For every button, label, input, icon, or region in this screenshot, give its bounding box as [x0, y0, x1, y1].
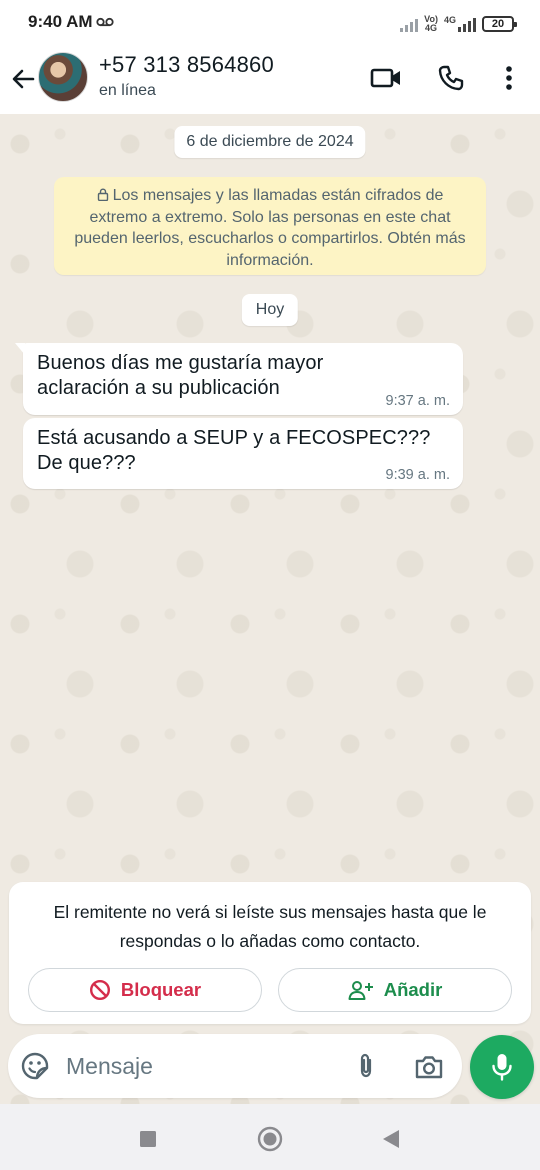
voice-call-button[interactable] [433, 60, 469, 96]
lock-icon [97, 188, 108, 201]
voicemail-icon [96, 17, 114, 27]
contact-name[interactable]: +57 313 8564860 [99, 52, 274, 78]
message-time: 9:39 a. m. [385, 467, 450, 483]
add-person-icon [348, 981, 373, 1000]
system-nav-bar [0, 1104, 540, 1170]
camera-icon[interactable] [413, 1052, 445, 1082]
date-chip: 6 de diciembre de 2024 [174, 126, 366, 158]
network-type: Vo) 4G [424, 14, 438, 33]
recent-apps-button[interactable] [133, 1124, 163, 1154]
message-bubble[interactable]: Está acusando a SEUP y a FECOSPEC??? De … [23, 418, 463, 489]
recent-apps-icon [140, 1131, 156, 1147]
block-button[interactable]: Bloquear [28, 968, 262, 1012]
add-contact-label: Añadir [383, 979, 443, 1000]
message-time: 9:37 a. m. [385, 393, 450, 409]
video-call-button[interactable] [368, 60, 404, 96]
message-text: Buenos días me gustaría mayor aclaración… [37, 352, 324, 399]
status-time: 9:40 AM [28, 12, 93, 31]
add-contact-button[interactable]: Añadir [278, 968, 512, 1012]
chat-header: +57 313 8564860 en línea [0, 46, 540, 114]
message-input[interactable] [66, 1048, 336, 1084]
voice-message-button[interactable] [470, 1035, 534, 1099]
signal-strength-2-icon [458, 16, 476, 32]
attach-icon[interactable] [351, 1051, 381, 1081]
video-call-icon [370, 68, 400, 88]
block-icon [89, 979, 110, 1001]
battery-indicator: 20 [482, 16, 517, 32]
message-bubble[interactable]: Buenos días me gustaría mayor aclaración… [15, 343, 463, 415]
back-arrow-icon[interactable] [8, 64, 38, 94]
microphone-icon [492, 1054, 512, 1081]
signal-strength-icon [400, 16, 419, 32]
unknown-contact-panel: El remitente no verá si leíste sus mensa… [9, 882, 531, 1024]
encryption-notice-text: Los mensajes y las llamadas están cifrad… [74, 187, 466, 269]
message-composer [8, 1034, 462, 1098]
more-options-icon [506, 66, 512, 90]
encryption-notice[interactable]: Los mensajes y las llamadas están cifrad… [54, 177, 486, 275]
home-icon [257, 1126, 283, 1152]
contact-avatar[interactable] [38, 52, 88, 102]
contact-status: en línea [99, 82, 156, 99]
more-options-button[interactable] [491, 60, 527, 96]
voice-call-icon [438, 65, 464, 91]
today-chip: Hoy [241, 294, 299, 326]
status-bar: 9:40 AM Vo) 4G 4G 20 [0, 0, 540, 46]
status-indicators: Vo) 4G 4G 20 [400, 12, 517, 36]
network-type-2: 4G [444, 16, 476, 32]
back-triangle-icon [383, 1130, 399, 1148]
home-button[interactable] [255, 1124, 285, 1154]
back-nav-button[interactable] [376, 1124, 406, 1154]
unknown-contact-notice: El remitente no verá si leíste sus mensa… [53, 902, 487, 951]
block-label: Bloquear [120, 979, 202, 1000]
sticker-emoji-icon[interactable] [20, 1051, 50, 1081]
